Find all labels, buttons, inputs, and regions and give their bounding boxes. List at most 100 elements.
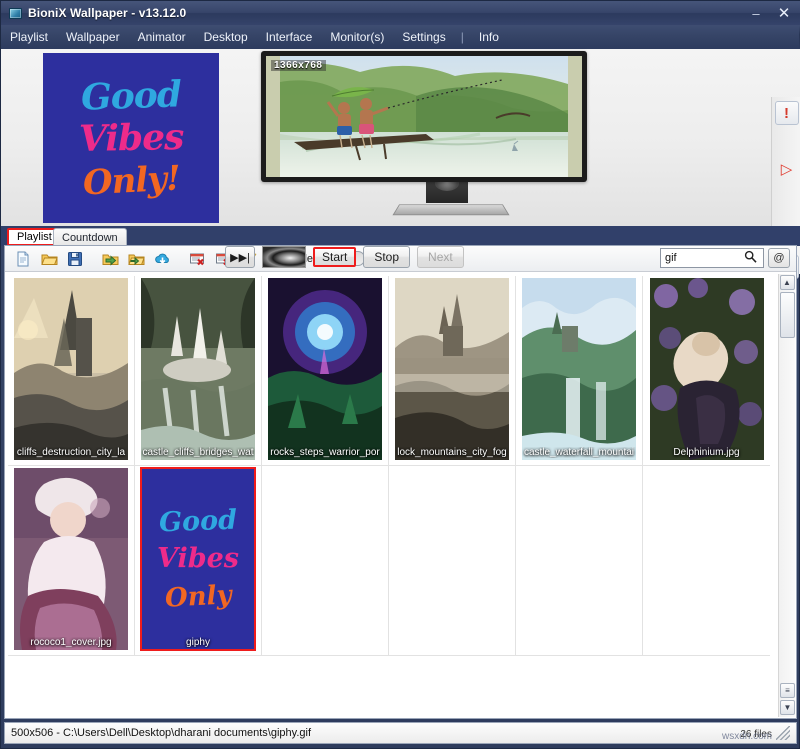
thumbnail-item[interactable]: cliffs_destruction_city_la: [14, 278, 128, 460]
current-wallpaper-preview[interactable]: Good Vibes Only!: [43, 53, 219, 223]
thumbnail-item[interactable]: Delphinium.jpg: [649, 278, 764, 460]
thumbnail-cell[interactable]: Delphinium.jpg: [643, 276, 770, 466]
desktop-wallpaper-scene: [266, 56, 582, 177]
scroll-list-button[interactable]: ≡: [780, 683, 795, 698]
app-icon: [9, 7, 22, 19]
window-title: BioniX Wallpaper - v13.12.0: [28, 6, 187, 20]
thumbnail-label: cliffs_destruction_city_la: [16, 447, 126, 458]
search-area: @: [660, 248, 790, 268]
magnifier-icon[interactable]: [739, 250, 761, 266]
close-button[interactable]: ✕: [771, 3, 797, 23]
monitor-neck: [426, 176, 468, 203]
thumbnail-item[interactable]: rocks_steps_warrior_por: [268, 278, 382, 460]
thumbnail-cell-empty: [516, 466, 643, 656]
thumbnail-item-selected[interactable]: Good Vibes Only giphy: [140, 467, 256, 651]
start-button[interactable]: Start: [313, 247, 357, 267]
thumbnail-cell[interactable]: lock_mountains_city_fog: [389, 276, 516, 466]
remove-list-icon: [189, 253, 204, 265]
film-strip-thumbnail[interactable]: [262, 246, 306, 268]
monitor-screen[interactable]: 1366x768: [266, 56, 582, 177]
preview-panel: Good Vibes Only! 1366x768 ▶▶| Start Stop…: [1, 49, 800, 279]
resize-grip[interactable]: [776, 726, 790, 740]
play-triangle-icon: ▷: [780, 160, 793, 178]
thumbnail-grid: cliffs_destruction_city_la castle_cliffs…: [8, 276, 770, 712]
thumbnail-item[interactable]: castle_cliffs_bridges_wat: [141, 278, 255, 460]
thumbnail-image: [14, 278, 128, 460]
menu-interface[interactable]: Interface: [257, 27, 322, 47]
wallpaper-text-line-2: Vibes: [78, 116, 184, 160]
next-button[interactable]: Next: [417, 246, 464, 268]
thumbnail-label: Delphinium.jpg: [673, 447, 740, 458]
thumbnail-cell-empty: [643, 466, 770, 656]
menu-playlist[interactable]: Playlist: [1, 27, 57, 47]
status-right: 26 files wsxdn.com: [722, 726, 796, 742]
thumbnail-grid-area: cliffs_destruction_city_la castle_cliffs…: [5, 273, 796, 718]
thumbnail-image: [141, 278, 255, 460]
monitor-bezel: 1366x768: [261, 51, 587, 182]
menu-desktop[interactable]: Desktop: [195, 27, 257, 47]
thumbnail-text-line-2: Vibes: [157, 543, 239, 574]
thumbnail-cell-empty: [262, 466, 389, 656]
cloud-download-icon: [154, 253, 169, 264]
status-bar: 500x506 - C:\Users\Dell\Desktop\dharani …: [4, 722, 797, 744]
scroll-thumb[interactable]: [780, 292, 795, 338]
wallpaper-text-line-3: Only!: [81, 158, 181, 204]
online-search-button[interactable]: @: [768, 248, 790, 268]
status-text: 500x506 - C:\Users\Dell\Desktop\dharani …: [11, 727, 312, 739]
playlist-panel: Shuffle Off @: [4, 245, 797, 719]
stop-button[interactable]: Stop: [363, 246, 411, 268]
open-folder-icon: [40, 254, 58, 265]
thumbnail-cell[interactable]: rocks_steps_warrior_por: [262, 276, 389, 466]
monitor-resolution-label: 1366x768: [271, 60, 326, 71]
play-rail-button[interactable]: ▷: [775, 157, 799, 181]
remove-entry-button[interactable]: [185, 248, 209, 270]
menu-settings[interactable]: Settings: [393, 27, 454, 47]
thumbnail-label: castle_waterfall_mountai: [523, 447, 635, 458]
scroll-up-button[interactable]: ▲: [779, 275, 795, 290]
tab-strip: Playlist Countdown: [1, 226, 800, 246]
menu-animator[interactable]: Animator: [129, 27, 195, 47]
playback-controls: ▶▶| Start Stop Next: [225, 245, 464, 269]
new-file-icon: [17, 251, 29, 266]
thumbnail-cell[interactable]: Good Vibes Only giphy: [135, 466, 262, 656]
monitor-base: [392, 204, 510, 216]
menu-info[interactable]: Info: [470, 27, 508, 47]
thumbnail-cell[interactable]: castle_waterfall_mountai: [516, 276, 643, 466]
menu-wallpaper[interactable]: Wallpaper: [57, 27, 129, 47]
scroll-down-button[interactable]: ▼: [780, 700, 795, 715]
import-images-button[interactable]: [98, 248, 122, 270]
minimize-button[interactable]: –: [743, 3, 769, 23]
grid-scrollbar[interactable]: ▲ ≡ ▼: [778, 274, 795, 717]
menu-separator: |: [460, 30, 464, 44]
thumbnail-text-line-3: Only: [163, 580, 233, 614]
download-wallpapers-button[interactable]: [150, 248, 174, 270]
thumbnail-item[interactable]: castle_waterfall_mountai: [522, 278, 636, 460]
import-arrow-icon: [102, 254, 118, 266]
title-bar: BioniX Wallpaper - v13.12.0 – ✕: [1, 1, 800, 25]
thumbnail-cell[interactable]: cliffs_destruction_city_la: [8, 276, 135, 466]
skip-forward-button[interactable]: ▶▶|: [225, 246, 255, 268]
thumbnail-label: rocks_steps_warrior_por: [270, 447, 380, 458]
thumbnail-item[interactable]: lock_mountains_city_fog: [395, 278, 509, 460]
thumbnail-label: giphy: [186, 637, 210, 648]
thumbnail-cell[interactable]: castle_cliffs_bridges_wat: [135, 276, 262, 466]
tab-countdown[interactable]: Countdown: [53, 228, 127, 246]
thumbnail-text-line-1: Good: [158, 504, 238, 539]
magnifier-glyph: [744, 250, 757, 263]
thumbnail-cell[interactable]: rococo1_cover.jpg: [8, 466, 135, 656]
window-controls: – ✕: [743, 1, 797, 25]
save-playlist-button[interactable]: [63, 248, 87, 270]
alert-button[interactable]: !: [774, 101, 799, 125]
thumbnail-label: rococo1_cover.jpg: [30, 637, 112, 648]
thumbnail-image: [395, 278, 509, 460]
add-folder-button[interactable]: [124, 248, 148, 270]
thumbnail-label: castle_cliffs_bridges_wat: [142, 447, 254, 458]
open-playlist-button[interactable]: [37, 248, 61, 270]
search-input[interactable]: [661, 249, 739, 267]
menu-monitors[interactable]: Monitor(s): [321, 27, 393, 47]
thumbnail-image: [268, 278, 382, 460]
thumbnail-item[interactable]: rococo1_cover.jpg: [14, 468, 128, 650]
search-box[interactable]: [660, 248, 764, 268]
new-playlist-button[interactable]: [11, 248, 35, 270]
folder-add-icon: [127, 254, 145, 265]
